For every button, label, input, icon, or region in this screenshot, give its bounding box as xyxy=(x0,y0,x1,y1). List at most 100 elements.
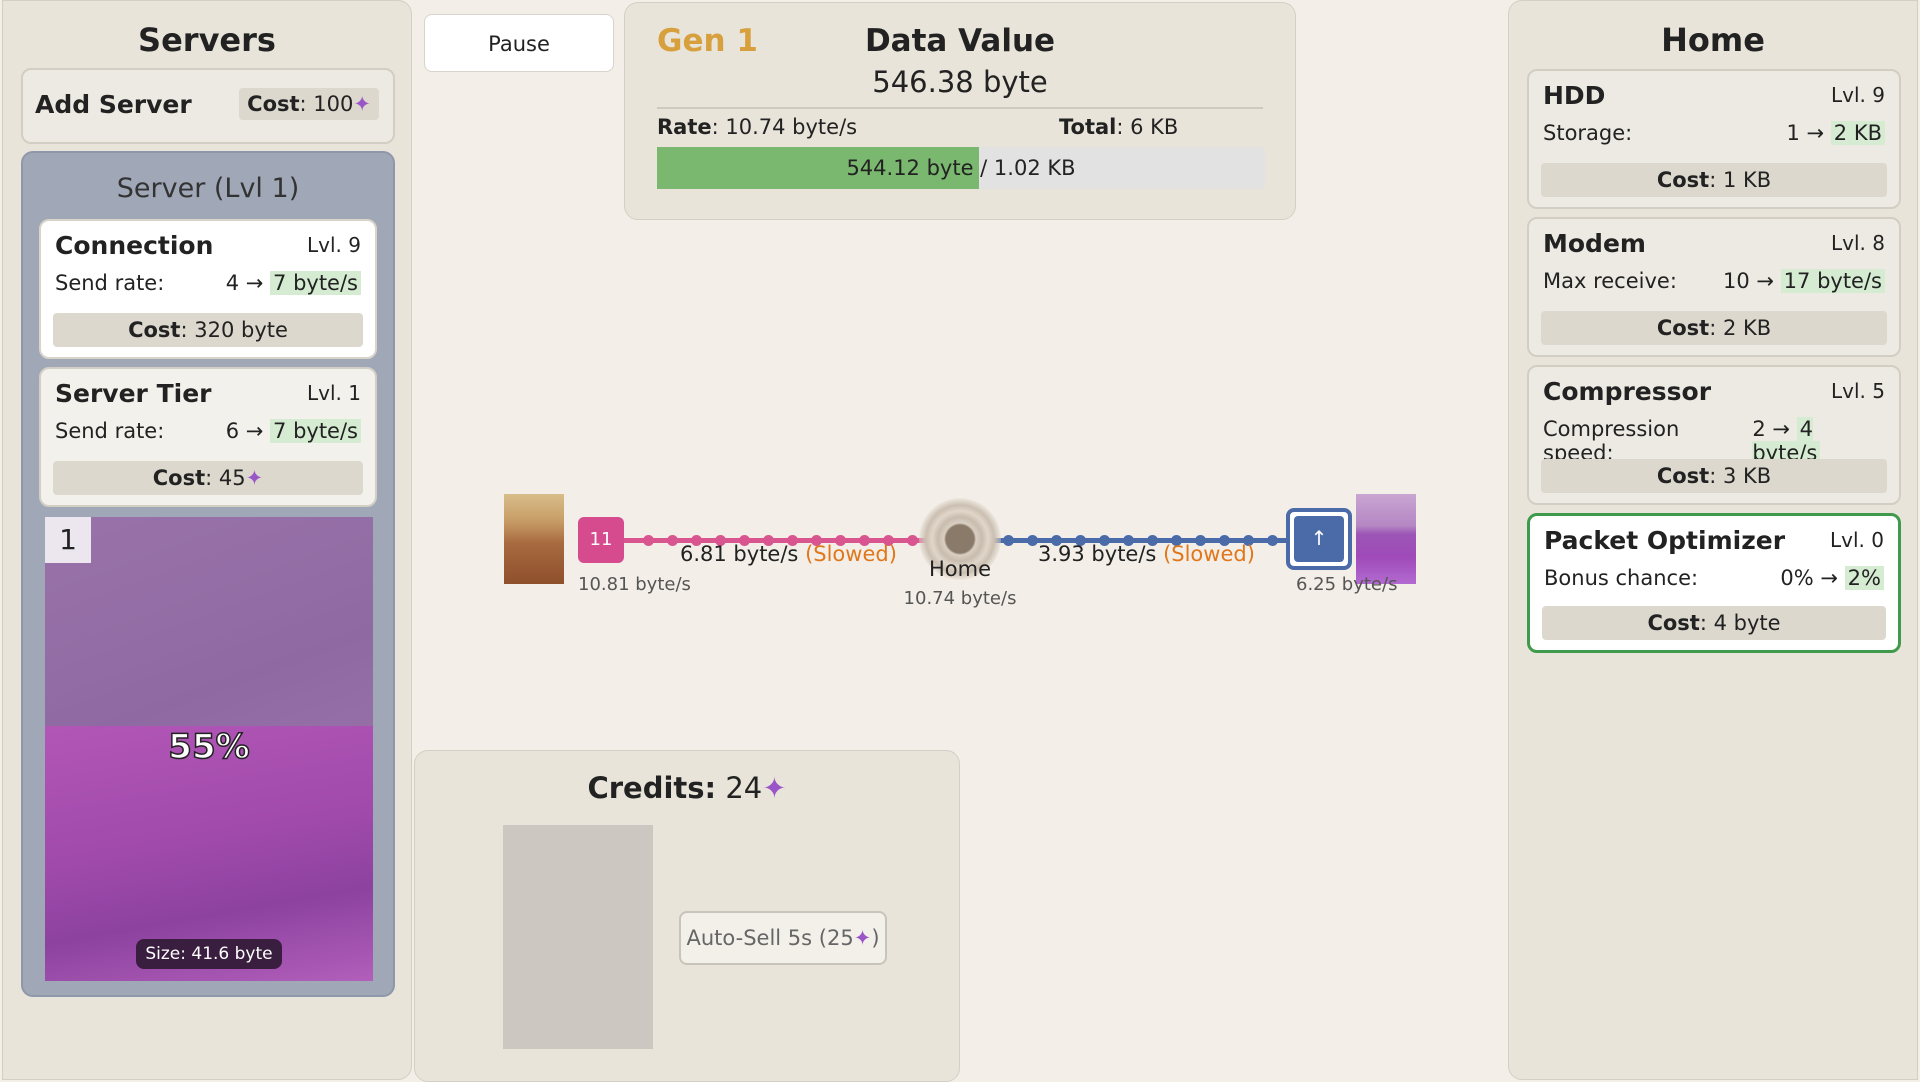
upgrade-cost: Cost: 3 KB xyxy=(1541,459,1887,493)
credits-panel: Credits: 24✦ Auto-Sell 5s (25✦) xyxy=(414,750,960,1082)
upgrade-level: Lvl. 5 xyxy=(1831,379,1885,403)
upgrade-level: Lvl. 9 xyxy=(1831,83,1885,107)
add-server-button[interactable]: Add Server Cost: 100✦ xyxy=(21,68,395,144)
cost-value: : 320 byte xyxy=(180,318,288,342)
stat-from: 1 → xyxy=(1786,121,1825,145)
upgrade-level: Lvl. 9 xyxy=(307,233,361,257)
cost-label: Cost xyxy=(1656,464,1710,488)
connection-upgrade[interactable]: Connection Lvl. 9 Send rate: 4 → 7 byte/… xyxy=(39,219,377,359)
upgrade-stat: Max receive: 10 → 17 byte/s xyxy=(1543,269,1885,293)
data-value-panel: Gen 1 Data Value 546.38 byte Rate: 10.74… xyxy=(624,2,1296,220)
add-server-label: Add Server xyxy=(35,90,192,119)
packet-dot xyxy=(907,535,918,546)
upgrade-stat: Storage: 1 → 2 KB xyxy=(1543,121,1885,145)
hdd-upgrade[interactable]: HDD Lvl. 9 Storage: 1 → 2 KB Cost: 1 KB xyxy=(1527,69,1901,209)
home-panel: Home HDD Lvl. 9 Storage: 1 → 2 KB Cost: … xyxy=(1508,0,1918,1080)
packet-optimizer-upgrade[interactable]: Packet Optimizer Lvl. 0 Bonus chance: 0%… xyxy=(1527,513,1901,653)
packet-dot xyxy=(1027,535,1038,546)
credit-star-icon: ✦ xyxy=(245,466,264,490)
upgrade-level: Lvl. 8 xyxy=(1831,231,1885,255)
credits-value: 24 xyxy=(725,771,763,805)
upgrade-name: Compressor xyxy=(1543,377,1712,406)
server-card: Server (Lvl 1) Connection Lvl. 9 Send ra… xyxy=(21,151,395,997)
upgrade-name: Connection xyxy=(55,231,214,260)
stat-label: Bonus chance: xyxy=(1544,566,1699,590)
modem-upgrade[interactable]: Modem Lvl. 8 Max receive: 10 → 17 byte/s… xyxy=(1527,217,1901,357)
packet-dot xyxy=(1003,535,1014,546)
right-rate: 6.25 byte/s xyxy=(1296,574,1398,595)
upgrade-cost: Cost: 45✦ xyxy=(53,461,363,495)
credits-text: Credits: 24✦ xyxy=(415,771,959,805)
slot-number: 1 xyxy=(45,517,91,563)
rate-value: 3.93 byte/s xyxy=(1038,542,1157,566)
upgrade-name: Modem xyxy=(1543,229,1646,258)
packet-dot xyxy=(667,535,678,546)
home-title: Home xyxy=(1661,21,1765,59)
stat-label: Send rate: xyxy=(55,419,165,443)
home-label: Home xyxy=(928,557,991,581)
cost-value: : 4 byte xyxy=(1699,611,1781,635)
stat-to: 2% xyxy=(1844,566,1884,590)
compressor-upgrade[interactable]: Compressor Lvl. 5 Compression speed: 2 →… xyxy=(1527,365,1901,505)
left-source-rate: 10.81 byte/s xyxy=(578,574,691,595)
cost-label: Cost xyxy=(247,92,300,116)
total-value: : 6 KB xyxy=(1116,115,1179,139)
credits-label: Credits: xyxy=(587,771,717,805)
upgrade-level: Lvl. 0 xyxy=(1830,528,1884,552)
autosell-label: Auto-Sell 5s (25 xyxy=(686,926,854,950)
credit-star-icon: ✦ xyxy=(762,771,787,805)
data-value-title: Data Value xyxy=(864,23,1056,59)
storage-bar: 544.12 byte / 1.02 KB xyxy=(657,147,1265,189)
upgrade-level: Lvl. 1 xyxy=(307,381,361,405)
credit-star-icon: ✦ xyxy=(353,92,371,116)
packet-dot xyxy=(643,535,654,546)
stat-label: Storage: xyxy=(1543,121,1633,145)
divider xyxy=(657,107,1263,109)
right-target-image xyxy=(1356,494,1416,584)
stat-from: 10 → xyxy=(1722,269,1774,293)
stat-to: 17 byte/s xyxy=(1780,269,1885,293)
rate-value: : 10.74 byte/s xyxy=(711,115,858,139)
cost-label: Cost xyxy=(1656,168,1710,192)
upload-node[interactable]: ↑ xyxy=(1286,508,1352,570)
server-tier-upgrade[interactable]: Server Tier Lvl. 1 Send rate: 6 → 7 byte… xyxy=(39,367,377,507)
cost-label: Cost xyxy=(152,466,206,490)
stat-to: 2 KB xyxy=(1830,121,1885,145)
left-source-image xyxy=(504,494,564,584)
data-slot: 1 55% Size: 41.6 byte xyxy=(45,517,373,981)
cost-label: Cost xyxy=(1656,316,1710,340)
autosell-close: ) xyxy=(871,926,880,950)
credit-star-icon: ✦ xyxy=(853,926,872,950)
rate-text: Rate: 10.74 byte/s xyxy=(657,115,857,139)
left-queue-badge[interactable]: 11 xyxy=(578,517,624,563)
storage-bar-text: 544.12 byte / 1.02 KB xyxy=(846,156,1076,180)
rate-value: 6.81 byte/s xyxy=(680,542,799,566)
upgrade-stat: Compression speed: 2 → 4 byte/s xyxy=(1543,417,1885,465)
autosell-button[interactable]: Auto-Sell 5s (25✦) xyxy=(679,911,887,965)
servers-title: Servers xyxy=(138,21,276,59)
upgrade-name: Server Tier xyxy=(55,379,212,408)
pause-button[interactable]: Pause xyxy=(424,14,614,72)
stat-from: 6 → xyxy=(225,419,264,443)
right-link-rate: 3.93 byte/s (Slowed) xyxy=(1038,542,1255,566)
upgrade-cost: Cost: 320 byte xyxy=(53,313,363,347)
upgrade-stat: Send rate: 6 → 7 byte/s xyxy=(55,419,361,443)
total-label: Total xyxy=(1059,115,1117,139)
stat-label: Max receive: xyxy=(1543,269,1677,293)
cost-value: : 1 KB xyxy=(1709,168,1772,192)
packet-dot xyxy=(1267,535,1278,546)
data-value-amount: 546.38 byte xyxy=(872,65,1048,99)
slot-size-badge: Size: 41.6 byte xyxy=(136,939,282,969)
add-server-cost: Cost: 100✦ xyxy=(239,88,379,120)
upgrade-cost: Cost: 4 byte xyxy=(1542,606,1886,640)
rate-label: Rate xyxy=(657,115,712,139)
credits-sell-area[interactable] xyxy=(503,825,653,1049)
cost-value: : 100 xyxy=(299,92,354,116)
slowed-label: (Slowed) xyxy=(1163,542,1255,566)
home-rate: 10.74 byte/s xyxy=(903,588,1017,609)
stat-label: Compression speed: xyxy=(1543,417,1680,465)
cost-value: : 3 KB xyxy=(1709,464,1772,488)
stat-label: Send rate: xyxy=(55,271,165,295)
upgrade-cost: Cost: 2 KB xyxy=(1541,311,1887,345)
server-title: Server (Lvl 1) xyxy=(116,173,300,204)
